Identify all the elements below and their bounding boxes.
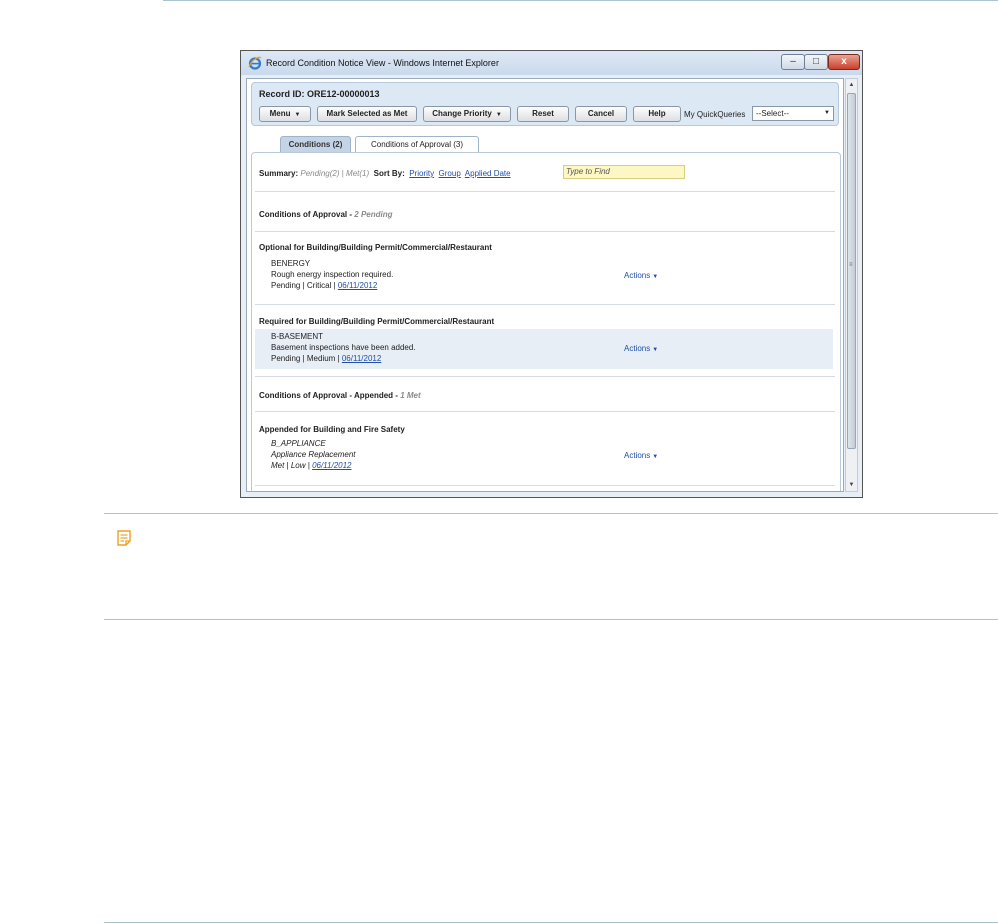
close-button[interactable]: x bbox=[828, 54, 860, 70]
cancel-button[interactable]: Cancel bbox=[575, 106, 627, 122]
condition-status: Met | Low | 06/11/2012 bbox=[271, 461, 352, 470]
divider bbox=[255, 191, 835, 192]
pending-count[interactable]: Pending(2) bbox=[300, 169, 339, 178]
scroll-thumb[interactable]: ≡ bbox=[847, 93, 856, 449]
divider bbox=[255, 304, 835, 305]
record-id: Record ID: ORE12-00000013 bbox=[259, 89, 380, 99]
divider bbox=[255, 376, 835, 377]
actions-label: Actions bbox=[624, 451, 651, 460]
grip-icon: ≡ bbox=[849, 262, 853, 268]
close-icon: x bbox=[841, 56, 847, 67]
group-title: Appended for Building and Fire Safety bbox=[259, 425, 405, 434]
title-bar: Record Condition Notice View - Windows I… bbox=[241, 51, 862, 75]
condition-code: B-BASEMENT bbox=[271, 332, 324, 341]
scroll-up-icon[interactable]: ▲ bbox=[846, 79, 857, 91]
menu-button-label: Menu bbox=[269, 109, 291, 118]
screenshot-window: Record Condition Notice View - Windows I… bbox=[240, 50, 863, 498]
actions-menu[interactable]: Actions ▼ bbox=[624, 344, 658, 353]
change-priority-button[interactable]: Change Priority ▼ bbox=[423, 106, 511, 122]
tab-conditions-of-approval[interactable]: Conditions of Approval (3) bbox=[355, 136, 479, 153]
condition-description: Basement inspections have been added. bbox=[271, 343, 416, 352]
conditions-panel: Summary: Pending(2) | Met(1) Sort By: Pr… bbox=[251, 152, 841, 491]
divider bbox=[255, 485, 835, 486]
note-top-rule bbox=[104, 513, 998, 514]
section-count: 1 Met bbox=[400, 391, 421, 400]
met-count[interactable]: Met(1) bbox=[346, 169, 369, 178]
condition-status: Pending | Medium | 06/11/2012 bbox=[271, 354, 381, 363]
actions-menu[interactable]: Actions ▼ bbox=[624, 271, 658, 280]
find-input[interactable]: Type to Find bbox=[563, 165, 685, 179]
condition-description: Rough energy inspection required. bbox=[271, 270, 394, 279]
sort-priority-link[interactable]: Priority bbox=[409, 169, 434, 178]
section-count: 2 Pending bbox=[354, 210, 393, 219]
condition-row[interactable]: B-BASEMENT Basement inspections have bee… bbox=[255, 329, 833, 369]
condition-date-link[interactable]: 06/11/2012 bbox=[338, 281, 377, 290]
summary-label: Summary: bbox=[259, 169, 299, 178]
condition-date-link[interactable]: 06/11/2012 bbox=[312, 461, 351, 470]
reset-button[interactable]: Reset bbox=[517, 106, 569, 122]
condition-row[interactable]: BENERGY Rough energy inspection required… bbox=[255, 256, 833, 296]
bottom-rule bbox=[104, 922, 998, 923]
minimize-button[interactable]: ‒ bbox=[781, 54, 805, 70]
condition-code: B_APPLIANCE bbox=[271, 439, 326, 448]
actions-menu[interactable]: Actions ▼ bbox=[624, 451, 658, 460]
summary-bar: Summary: Pending(2) | Met(1) Sort By: Pr… bbox=[259, 169, 511, 178]
summary-divider: | bbox=[341, 169, 344, 178]
menu-button[interactable]: Menu ▼ bbox=[259, 106, 311, 122]
scroll-down-icon[interactable]: ▼ bbox=[846, 479, 857, 491]
divider bbox=[255, 411, 835, 412]
minimize-icon: ‒ bbox=[790, 56, 796, 67]
triangle-down-icon: ▼ bbox=[495, 112, 502, 118]
mark-selected-as-met-button[interactable]: Mark Selected as Met bbox=[317, 106, 417, 122]
group-title: Optional for Building/Building Permit/Co… bbox=[259, 243, 492, 252]
sort-group-link[interactable]: Group bbox=[439, 169, 461, 178]
actions-label: Actions bbox=[624, 344, 651, 353]
note-icon bbox=[117, 530, 131, 546]
maximize-button[interactable]: □ bbox=[804, 54, 828, 70]
section-title-text: Conditions of Approval - bbox=[259, 210, 353, 219]
page-content: Record ID: ORE12-00000013 Menu ▼ Mark Sel… bbox=[246, 78, 844, 492]
internet-explorer-icon bbox=[248, 56, 262, 70]
sort-by-label: Sort By: bbox=[373, 169, 405, 178]
section-title-text: Conditions of Approval - Appended - bbox=[259, 391, 398, 400]
tab-conditions[interactable]: Conditions (2) bbox=[280, 136, 351, 152]
maximize-icon: □ bbox=[812, 56, 820, 67]
triangle-down-icon: ▼ bbox=[294, 112, 301, 118]
triangle-down-icon: ▼ bbox=[652, 347, 659, 353]
section-title: Conditions of Approval - Appended - 1 Me… bbox=[259, 391, 421, 400]
vertical-scrollbar[interactable]: ▲ ≡ ▼ bbox=[845, 78, 858, 492]
condition-date-link[interactable]: 06/11/2012 bbox=[342, 354, 381, 363]
quickqueries-label: My QuickQueries bbox=[684, 110, 746, 119]
sort-applied-date-link[interactable]: Applied Date bbox=[465, 169, 511, 178]
condition-code: BENERGY bbox=[271, 259, 311, 268]
condition-status-text: Pending | Medium | bbox=[271, 354, 342, 363]
condition-row[interactable]: B_APPLIANCE Appliance Replacement Met | … bbox=[255, 436, 833, 476]
condition-status-text: Met | Low | bbox=[271, 461, 313, 470]
actions-label: Actions bbox=[624, 271, 651, 280]
section-title: Conditions of Approval - 2 Pending bbox=[259, 210, 393, 219]
divider bbox=[255, 231, 835, 232]
quickqueries-select[interactable]: --Select-- ▼ bbox=[752, 106, 834, 121]
quickqueries-value: --Select-- bbox=[756, 109, 789, 118]
help-button[interactable]: Help bbox=[633, 106, 681, 122]
record-toolbar: Record ID: ORE12-00000013 Menu ▼ Mark Sel… bbox=[251, 82, 839, 126]
condition-status: Pending | Critical | 06/11/2012 bbox=[271, 281, 377, 290]
window-title: Record Condition Notice View - Windows I… bbox=[266, 58, 499, 68]
group-title: Required for Building/Building Permit/Co… bbox=[259, 317, 495, 326]
triangle-down-icon: ▼ bbox=[652, 454, 659, 460]
condition-status-text: Pending | Critical | bbox=[271, 281, 338, 290]
triangle-down-icon: ▼ bbox=[652, 274, 659, 280]
top-rule bbox=[163, 0, 998, 1]
chevron-down-icon: ▼ bbox=[824, 110, 830, 116]
change-priority-label: Change Priority bbox=[432, 109, 492, 118]
condition-description: Appliance Replacement bbox=[271, 450, 356, 459]
note-bottom-rule bbox=[104, 619, 998, 620]
